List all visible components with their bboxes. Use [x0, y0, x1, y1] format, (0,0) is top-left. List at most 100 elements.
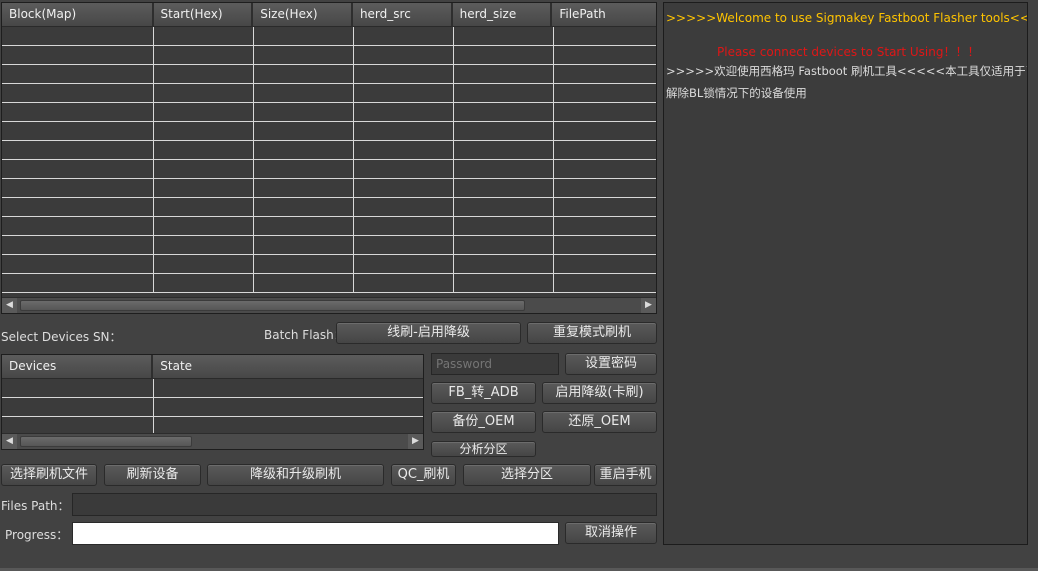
- table-cell[interactable]: [154, 103, 254, 121]
- table-cell[interactable]: [554, 84, 656, 102]
- table-cell[interactable]: [154, 198, 254, 216]
- table-cell[interactable]: [2, 236, 154, 254]
- table-cell[interactable]: [354, 122, 454, 140]
- scroll-left-arrow-icon[interactable]: ◀: [2, 434, 17, 449]
- scroll-right-arrow-icon[interactable]: ▶: [641, 298, 656, 313]
- table-cell[interactable]: [354, 236, 454, 254]
- restore-oem-button[interactable]: 还原_OEM: [542, 411, 657, 433]
- table-cell[interactable]: [254, 103, 354, 121]
- table-cell[interactable]: [154, 46, 254, 64]
- table-cell[interactable]: [254, 122, 354, 140]
- table-cell[interactable]: [254, 236, 354, 254]
- table-row[interactable]: [2, 65, 656, 84]
- table-cell[interactable]: [2, 84, 154, 102]
- table-cell[interactable]: [454, 122, 554, 140]
- table-row[interactable]: [2, 103, 656, 122]
- table-cell[interactable]: [254, 179, 354, 197]
- table-cell[interactable]: [554, 27, 656, 45]
- table-row[interactable]: [2, 236, 656, 255]
- table-cell[interactable]: [354, 27, 454, 45]
- table-cell[interactable]: [354, 217, 454, 235]
- table-cell[interactable]: [154, 84, 254, 102]
- reboot-phone-button[interactable]: 重启手机: [594, 464, 657, 486]
- table-cell[interactable]: [2, 65, 154, 83]
- table-row[interactable]: [2, 141, 656, 160]
- table-cell[interactable]: [254, 65, 354, 83]
- table-cell[interactable]: [354, 103, 454, 121]
- col-herd-size[interactable]: herd_size: [452, 3, 553, 27]
- table-cell[interactable]: [454, 236, 554, 254]
- table-cell[interactable]: [2, 255, 154, 273]
- table-cell[interactable]: [554, 217, 656, 235]
- table-cell[interactable]: [354, 65, 454, 83]
- table-cell[interactable]: [454, 179, 554, 197]
- col-devices[interactable]: Devices: [2, 355, 154, 379]
- table-cell[interactable]: [2, 141, 154, 159]
- table-cell[interactable]: [454, 255, 554, 273]
- table-cell[interactable]: [554, 103, 656, 121]
- table-cell[interactable]: [454, 160, 554, 178]
- table-cell[interactable]: [254, 141, 354, 159]
- table-cell[interactable]: [2, 27, 154, 45]
- col-start-hex[interactable]: Start(Hex): [153, 3, 254, 27]
- table-cell[interactable]: [454, 46, 554, 64]
- table-cell[interactable]: [2, 198, 154, 216]
- qc-flash-button[interactable]: QC_刷机: [391, 464, 456, 486]
- table-cell[interactable]: [254, 274, 354, 292]
- table-cell[interactable]: [2, 217, 154, 235]
- table-row[interactable]: [2, 198, 656, 217]
- col-herd-src[interactable]: herd_src: [352, 3, 453, 27]
- table-cell[interactable]: [354, 141, 454, 159]
- set-password-button[interactable]: 设置密码: [565, 353, 657, 375]
- table-cell[interactable]: [2, 379, 154, 397]
- table-cell[interactable]: [254, 160, 354, 178]
- fb-to-adb-button[interactable]: FB_转_ADB: [431, 382, 536, 404]
- password-input[interactable]: [431, 353, 559, 375]
- table-cell[interactable]: [454, 65, 554, 83]
- col-state[interactable]: State: [153, 355, 423, 379]
- devices-table-hscroll[interactable]: ◀ ▶: [2, 433, 423, 449]
- scroll-right-arrow-icon[interactable]: ▶: [408, 434, 423, 449]
- table-cell[interactable]: [154, 141, 254, 159]
- table-cell[interactable]: [254, 27, 354, 45]
- table-cell[interactable]: [454, 141, 554, 159]
- table-cell[interactable]: [354, 46, 454, 64]
- table-cell[interactable]: [154, 274, 254, 292]
- col-block-map[interactable]: Block(Map): [2, 3, 154, 27]
- table-cell[interactable]: [2, 46, 154, 64]
- analyze-partition-button[interactable]: 分析分区: [431, 441, 536, 457]
- partition-table[interactable]: Block(Map) Start(Hex) Size(Hex) herd_src…: [1, 2, 657, 314]
- table-cell[interactable]: [254, 217, 354, 235]
- table-cell[interactable]: [2, 160, 154, 178]
- refresh-devices-button[interactable]: 刷新设备: [104, 464, 201, 486]
- table-row[interactable]: [2, 179, 656, 198]
- table-cell[interactable]: [154, 160, 254, 178]
- enable-downgrade-button[interactable]: 启用降级(卡刷): [542, 382, 657, 404]
- table-row[interactable]: [2, 255, 656, 274]
- table-cell[interactable]: [154, 122, 254, 140]
- col-size-hex[interactable]: Size(Hex): [253, 3, 353, 27]
- select-partition-button[interactable]: 选择分区: [463, 464, 591, 486]
- table-cell[interactable]: [154, 27, 254, 45]
- cancel-operation-button[interactable]: 取消操作: [565, 522, 657, 544]
- table-cell[interactable]: [154, 217, 254, 235]
- table-row[interactable]: [2, 46, 656, 65]
- table-cell[interactable]: [354, 84, 454, 102]
- partition-table-hscroll[interactable]: ◀ ▶: [2, 297, 656, 313]
- table-cell[interactable]: [154, 379, 423, 397]
- table-cell[interactable]: [554, 46, 656, 64]
- table-cell[interactable]: [554, 274, 656, 292]
- table-cell[interactable]: [354, 198, 454, 216]
- table-row[interactable]: [2, 274, 656, 293]
- downgrade-upgrade-button[interactable]: 降级和升级刷机: [207, 464, 384, 486]
- table-cell[interactable]: [554, 236, 656, 254]
- table-cell[interactable]: [2, 398, 154, 416]
- table-cell[interactable]: [154, 236, 254, 254]
- table-cell[interactable]: [554, 179, 656, 197]
- table-cell[interactable]: [554, 122, 656, 140]
- table-cell[interactable]: [154, 65, 254, 83]
- table-row[interactable]: [2, 27, 656, 46]
- table-cell[interactable]: [554, 255, 656, 273]
- devices-table[interactable]: Devices State ◀ ▶: [1, 354, 424, 450]
- table-cell[interactable]: [2, 103, 154, 121]
